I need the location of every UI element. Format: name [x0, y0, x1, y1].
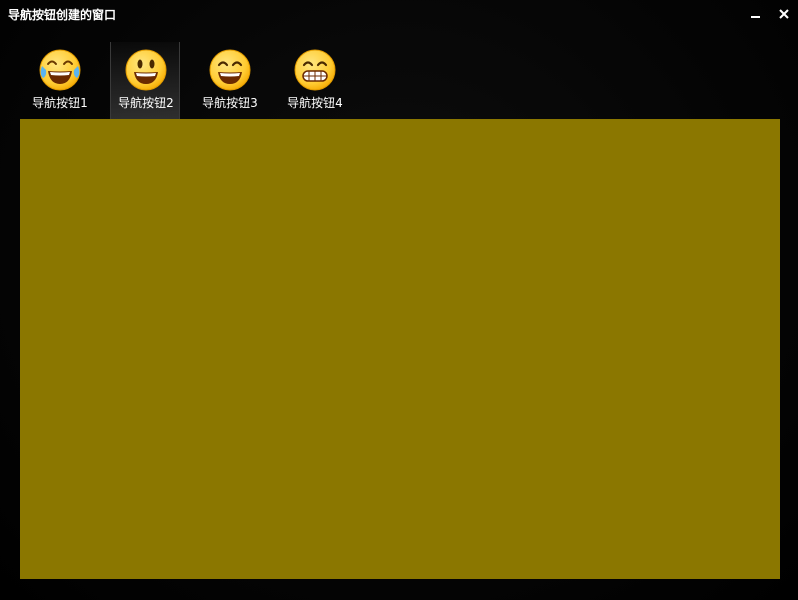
nav-button-1[interactable]: 导航按钮1	[25, 42, 95, 119]
nav-button-3[interactable]: 导航按钮3	[195, 42, 265, 119]
app-window: 导航按钮创建的窗口 导航按钮1 导航按钮2 导航按钮3 导航按钮4	[0, 0, 798, 600]
nav-button-2[interactable]: 导航按钮2	[110, 42, 180, 119]
nav-label-4: 导航按钮4	[287, 96, 343, 110]
nav-label-3: 导航按钮3	[202, 96, 258, 110]
smiley-emoji-icon	[125, 49, 167, 91]
content-panel	[20, 119, 780, 579]
nav-bar: 导航按钮1 导航按钮2 导航按钮3 导航按钮4	[20, 42, 780, 119]
tears-of-joy-emoji-icon	[39, 49, 81, 91]
nav-label-1: 导航按钮1	[32, 96, 88, 110]
smile-emoji-icon	[209, 49, 251, 91]
grimacing-emoji-icon	[294, 49, 336, 91]
close-button[interactable]	[773, 4, 795, 24]
minimize-button[interactable]	[745, 4, 767, 24]
close-icon	[779, 9, 789, 19]
minimize-icon	[751, 16, 760, 18]
title-bar[interactable]: 导航按钮创建的窗口	[0, 0, 798, 30]
nav-button-4[interactable]: 导航按钮4	[280, 42, 350, 119]
nav-label-2: 导航按钮2	[118, 96, 174, 110]
window-title: 导航按钮创建的窗口	[8, 8, 117, 22]
